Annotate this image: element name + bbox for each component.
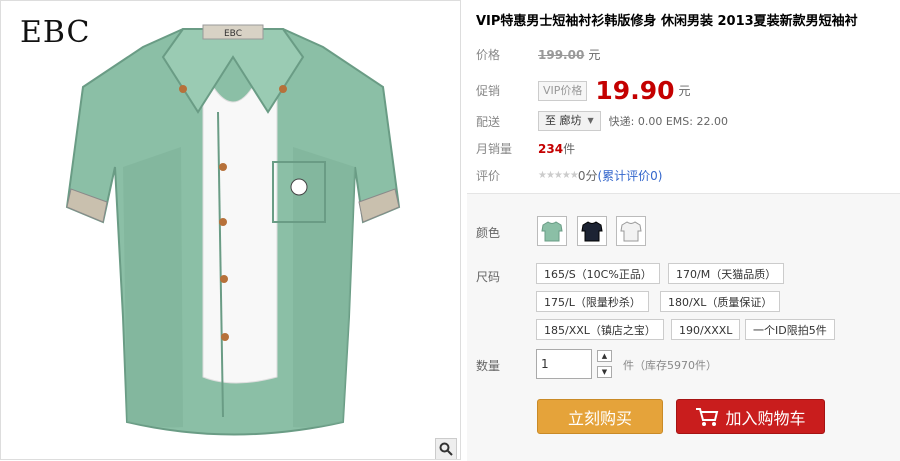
- review-count-link[interactable]: 累计评价0: [602, 167, 658, 184]
- sales-row: 月销量 234 件: [476, 140, 575, 157]
- destination-select[interactable]: 至 廊坊 ▼: [538, 111, 601, 131]
- rating-row: 评价 ★★★★★ 0分 ( 累计评价0 ): [476, 167, 662, 184]
- color-swatch-green[interactable]: [537, 216, 567, 246]
- product-info: VIP特惠男士短袖衬衫韩版修身 休闲男装 2013夏装新款男短袖衬 价格 199…: [467, 0, 900, 461]
- promo-price: 19.90: [595, 76, 675, 105]
- price-row: 价格 199.00 元: [476, 46, 600, 63]
- original-price: 199.00: [538, 47, 585, 62]
- rating-score: 0分: [577, 169, 598, 183]
- collar-label: EBC: [224, 29, 242, 39]
- price-label: 价格: [476, 48, 501, 62]
- add-to-cart-label: 加入购物车: [725, 408, 806, 428]
- chevron-up-icon: ▲: [601, 352, 608, 360]
- product-main-image[interactable]: EBC: [63, 17, 403, 447]
- promo-unit: 元: [678, 84, 691, 98]
- destination-value: 至 廊坊: [545, 114, 582, 127]
- zoom-button[interactable]: [435, 438, 457, 459]
- delivery-row: 配送 至 廊坊 ▼ 快递: 0.00 EMS: 22.00: [476, 111, 728, 131]
- sales-count: 234: [538, 141, 564, 156]
- sales-label: 月销量: [476, 142, 513, 156]
- chevron-down-icon: ▼: [587, 116, 594, 125]
- shopping-cart-icon: [696, 407, 719, 426]
- add-to-cart-button[interactable]: 加入购物车: [676, 399, 825, 434]
- white-shirt-icon: [620, 221, 642, 242]
- quantity-label: 数量: [476, 359, 501, 373]
- rating-label: 评价: [476, 169, 501, 183]
- purchase-limit-note: 一个ID限拍5件: [745, 319, 835, 340]
- delivery-label: 配送: [476, 114, 501, 129]
- review-link-close: ): [657, 168, 663, 183]
- sales-unit: 件: [563, 142, 576, 156]
- quantity-decrease-button[interactable]: ▼: [597, 366, 612, 378]
- size-option-190-xxxl[interactable]: 190/XXXL: [671, 319, 741, 340]
- navy-shirt-icon: [581, 221, 603, 242]
- price-unit: 元: [588, 48, 601, 62]
- quantity-input[interactable]: 1: [536, 349, 592, 379]
- stock-info: 件（库存5970件）: [623, 359, 717, 372]
- product-title: VIP特惠男士短袖衬衫韩版修身 休闲男装 2013夏装新款男短袖衬: [476, 14, 858, 29]
- promo-row: 促销 VIP价格 19.90 元: [476, 76, 691, 105]
- color-label: 颜色: [476, 226, 501, 240]
- size-option-175-l[interactable]: 175/L（限量秒杀）: [536, 291, 649, 312]
- shipping-fees: 快递: 0.00 EMS: 22.00: [608, 115, 728, 128]
- size-option-165-s[interactable]: 165/S（10C%正品）: [536, 263, 660, 284]
- size-option-185-xxl[interactable]: 185/XXL（镇店之宝）: [536, 319, 664, 340]
- green-shirt-icon: [541, 221, 563, 242]
- buy-now-button[interactable]: 立刻购买: [537, 399, 663, 434]
- size-label: 尺码: [476, 270, 501, 284]
- quantity-increase-button[interactable]: ▲: [597, 350, 612, 362]
- color-swatch-white[interactable]: [616, 216, 646, 246]
- promo-label: 促销: [476, 84, 501, 98]
- buy-now-label: 立刻购买: [567, 408, 632, 428]
- magnifier-icon: [439, 442, 453, 456]
- chevron-down-icon: ▼: [601, 368, 608, 376]
- product-gallery: EBC EBC: [0, 0, 461, 460]
- size-option-180-xl[interactable]: 180/XL（质量保证）: [660, 291, 781, 312]
- rating-stars-icon: ★★★★★: [538, 170, 579, 181]
- vip-badge: VIP价格: [538, 80, 588, 101]
- color-swatch-navy[interactable]: [577, 216, 607, 246]
- options-panel: 颜色 尺码 165/S（10C%正品） 170/M（天猫品质） 175/L（限量…: [467, 193, 900, 461]
- size-option-170-m[interactable]: 170/M（天猫品质）: [668, 263, 785, 284]
